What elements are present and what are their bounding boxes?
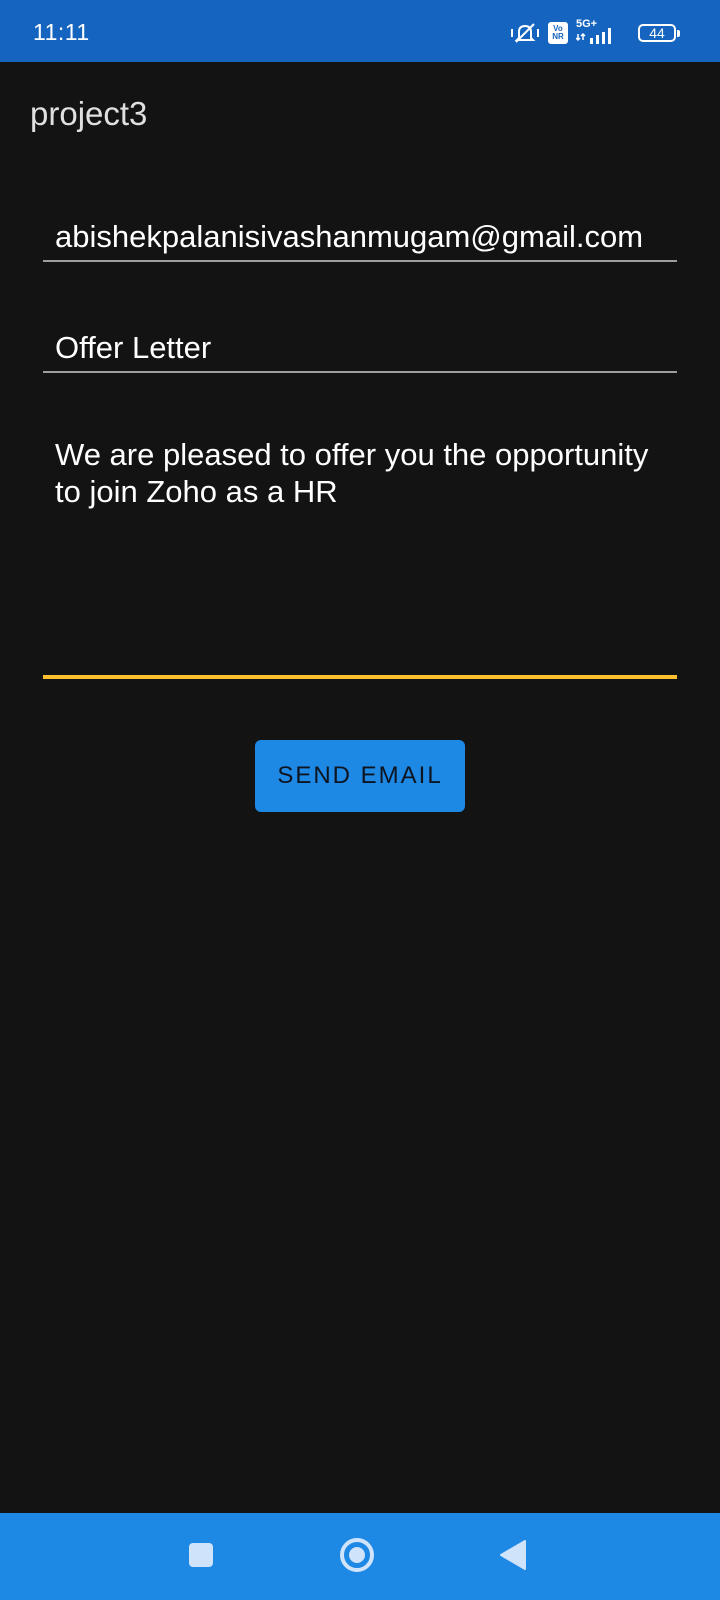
subject-input[interactable] — [43, 326, 677, 370]
status-time: 11:11 — [33, 19, 90, 45]
home-button[interactable] — [333, 1533, 381, 1581]
circle-icon — [339, 1537, 375, 1578]
square-icon — [188, 1542, 214, 1573]
app-title: project3 — [30, 95, 148, 132]
subject-field — [43, 326, 677, 373]
recents-button[interactable] — [177, 1533, 225, 1581]
message-field: We are pleased to offer you the opportun… — [43, 436, 677, 679]
navigation-bar — [0, 1513, 720, 1600]
back-button[interactable] — [489, 1533, 537, 1581]
signal-icon: 5G+ — [576, 18, 611, 44]
message-input[interactable]: We are pleased to offer you the opportun… — [43, 436, 677, 672]
recipient-input[interactable] — [43, 215, 677, 259]
volte-icon: Vo NR — [548, 22, 568, 44]
mute-vibrate-icon — [510, 21, 540, 45]
battery-icon: 44 — [638, 24, 680, 42]
triangle-back-icon — [499, 1539, 527, 1576]
status-bar: 11:11 Vo NR 5G+ 44 — [0, 0, 720, 62]
recipient-field — [43, 215, 677, 262]
status-icons: Vo NR 5G+ 44 — [510, 18, 680, 46]
send-email-button[interactable]: SEND EMAIL — [255, 740, 465, 812]
